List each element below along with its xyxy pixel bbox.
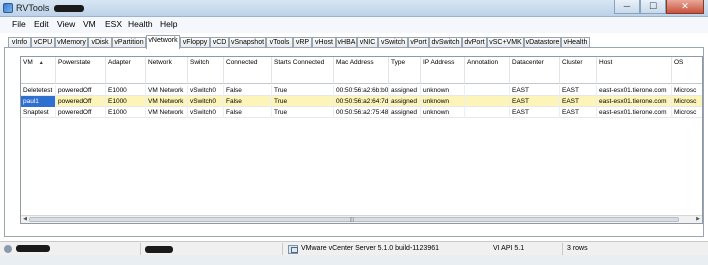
cell-host: east-esx01.tierone.com bbox=[597, 107, 672, 118]
column-header-datacenter[interactable]: Datacenter bbox=[510, 57, 560, 84]
column-header-switch[interactable]: Switch bbox=[188, 57, 224, 84]
cell-adapter: E1000 bbox=[106, 107, 146, 118]
cell-datacenter: EAST bbox=[510, 85, 560, 96]
column-header-connected[interactable]: Connected bbox=[224, 57, 272, 84]
cell-type: assigned bbox=[389, 85, 421, 96]
cell-annotation bbox=[465, 107, 510, 118]
cell-switch: vSwitch0 bbox=[188, 107, 224, 118]
cell-vm: paul1 bbox=[21, 96, 56, 107]
table-row-selected[interactable]: paul1 poweredOff E1000 VM Network vSwitc… bbox=[21, 96, 702, 107]
menu-edit[interactable]: Edit bbox=[33, 19, 50, 29]
cell-powerstate: poweredOff bbox=[56, 96, 106, 107]
scroll-right-icon[interactable]: ▶ bbox=[694, 216, 702, 223]
cell-host: east-esx01.tierone.com bbox=[597, 96, 672, 107]
app-icon bbox=[3, 3, 13, 13]
title-redacted-text bbox=[54, 5, 84, 12]
cell-vm: Snaptest bbox=[21, 107, 56, 118]
status-segment-host bbox=[140, 243, 280, 255]
status-segment-server: VMware vCenter Server 5.1.0 build-112396… bbox=[282, 243, 560, 255]
cell-ip-address: unknown bbox=[421, 107, 465, 118]
cell-adapter: E1000 bbox=[106, 96, 146, 107]
column-header-mac-address[interactable]: Mac Address bbox=[334, 57, 389, 84]
column-header-host[interactable]: Host bbox=[597, 57, 672, 84]
cell-ip-address: unknown bbox=[421, 96, 465, 107]
menu-file[interactable]: File bbox=[11, 19, 27, 29]
window-title: RVTools bbox=[16, 3, 50, 13]
vnetwork-panel: VM ▲ Powerstate Adapter Network Switch Co… bbox=[4, 47, 704, 237]
sort-ascending-icon: ▲ bbox=[38, 60, 44, 66]
horizontal-scrollbar[interactable]: ◀ ||| ▶ bbox=[21, 215, 702, 223]
cell-starts-connected: True bbox=[272, 107, 334, 118]
column-header-os[interactable]: OS bbox=[672, 57, 702, 84]
cell-switch: vSwitch0 bbox=[188, 85, 224, 96]
cell-type: assigned bbox=[389, 96, 421, 107]
cell-datacenter: EAST bbox=[510, 107, 560, 118]
scroll-left-icon[interactable]: ◀ bbox=[21, 216, 29, 223]
user-redacted-text bbox=[16, 245, 50, 252]
table-row[interactable]: Snaptest poweredOff E1000 VM Network vSw… bbox=[21, 107, 702, 118]
user-icon bbox=[4, 245, 12, 253]
cell-cluster: EAST bbox=[560, 85, 597, 96]
cell-starts-connected: True bbox=[272, 96, 334, 107]
column-header-cluster[interactable]: Cluster bbox=[560, 57, 597, 84]
menu-help[interactable]: Help bbox=[159, 19, 178, 29]
cell-os: Microsc bbox=[672, 107, 702, 118]
cell-datacenter: EAST bbox=[510, 96, 560, 107]
column-header-ip-address[interactable]: IP Address bbox=[421, 57, 465, 84]
cell-type: assigned bbox=[389, 107, 421, 118]
cell-os: Microsc bbox=[672, 85, 702, 96]
column-header-starts-connected[interactable]: Starts Connected bbox=[272, 57, 334, 84]
menu-health[interactable]: Health bbox=[127, 19, 154, 29]
cell-switch: vSwitch0 bbox=[188, 96, 224, 107]
menu-bar: File Edit View VM ESX Health Help bbox=[0, 17, 708, 33]
tab-vnetwork[interactable]: vNetwork bbox=[146, 35, 180, 49]
column-header-vm[interactable]: VM ▲ bbox=[21, 57, 56, 84]
cell-connected: False bbox=[224, 96, 272, 107]
menu-esx[interactable]: ESX bbox=[104, 19, 123, 29]
api-version-text: VI API 5.1 bbox=[493, 245, 525, 252]
cell-annotation bbox=[465, 96, 510, 107]
window-bottom-edge bbox=[0, 255, 708, 265]
row-count-text: 3 rows bbox=[567, 245, 588, 252]
status-segment-rows: 3 rows bbox=[562, 243, 708, 255]
cell-vm: Deletetest bbox=[21, 85, 56, 96]
cell-connected: False bbox=[224, 107, 272, 118]
network-grid[interactable]: VM ▲ Powerstate Adapter Network Switch Co… bbox=[20, 56, 703, 224]
cell-host: east-esx01.tierone.com bbox=[597, 85, 672, 96]
server-version-text: VMware vCenter Server 5.1.0 build-112396… bbox=[301, 245, 440, 252]
cell-network: VM Network bbox=[146, 85, 188, 96]
cell-powerstate: poweredOff bbox=[56, 85, 106, 96]
column-header-powerstate[interactable]: Powerstate bbox=[56, 57, 106, 84]
column-header-annotation[interactable]: Annotation bbox=[465, 57, 510, 84]
column-header-type[interactable]: Type bbox=[389, 57, 421, 84]
column-header-adapter[interactable]: Adapter bbox=[106, 57, 146, 84]
cell-annotation bbox=[465, 85, 510, 96]
cell-cluster: EAST bbox=[560, 107, 597, 118]
cell-network: VM Network bbox=[146, 96, 188, 107]
cell-mac-address: 00:50:56:a2:6b:b0 bbox=[336, 85, 389, 96]
host-redacted-text bbox=[145, 246, 173, 253]
cell-connected: False bbox=[224, 85, 272, 96]
column-header-network[interactable]: Network bbox=[146, 57, 188, 84]
cell-cluster: EAST bbox=[560, 96, 597, 107]
cell-network: VM Network bbox=[146, 107, 188, 118]
status-bar: VMware vCenter Server 5.1.0 build-112396… bbox=[0, 241, 708, 255]
menu-view[interactable]: View bbox=[56, 19, 76, 29]
cell-starts-connected: True bbox=[272, 85, 334, 96]
scrollbar-grip-icon: ||| bbox=[350, 217, 354, 223]
menu-vm[interactable]: VM bbox=[82, 19, 97, 29]
cell-mac-address: 00:50:56:a2:64:7d bbox=[336, 96, 389, 107]
scrollbar-thumb[interactable]: ||| bbox=[29, 217, 679, 223]
cell-os: Microsc bbox=[672, 96, 702, 107]
vmware-server-icon bbox=[288, 245, 298, 254]
close-button[interactable]: ✕ bbox=[666, 0, 704, 14]
title-bar: RVTools ─ ☐ ✕ bbox=[0, 0, 708, 17]
maximize-button[interactable]: ☐ bbox=[640, 0, 666, 14]
table-row[interactable]: Deletetest poweredOff E1000 VM Network v… bbox=[21, 85, 702, 96]
cell-adapter: E1000 bbox=[106, 85, 146, 96]
minimize-button[interactable]: ─ bbox=[614, 0, 640, 14]
cell-mac-address: 00:50:56:a2:75:48 bbox=[336, 107, 389, 118]
cell-ip-address: unknown bbox=[421, 85, 465, 96]
cell-powerstate: poweredOff bbox=[56, 107, 106, 118]
